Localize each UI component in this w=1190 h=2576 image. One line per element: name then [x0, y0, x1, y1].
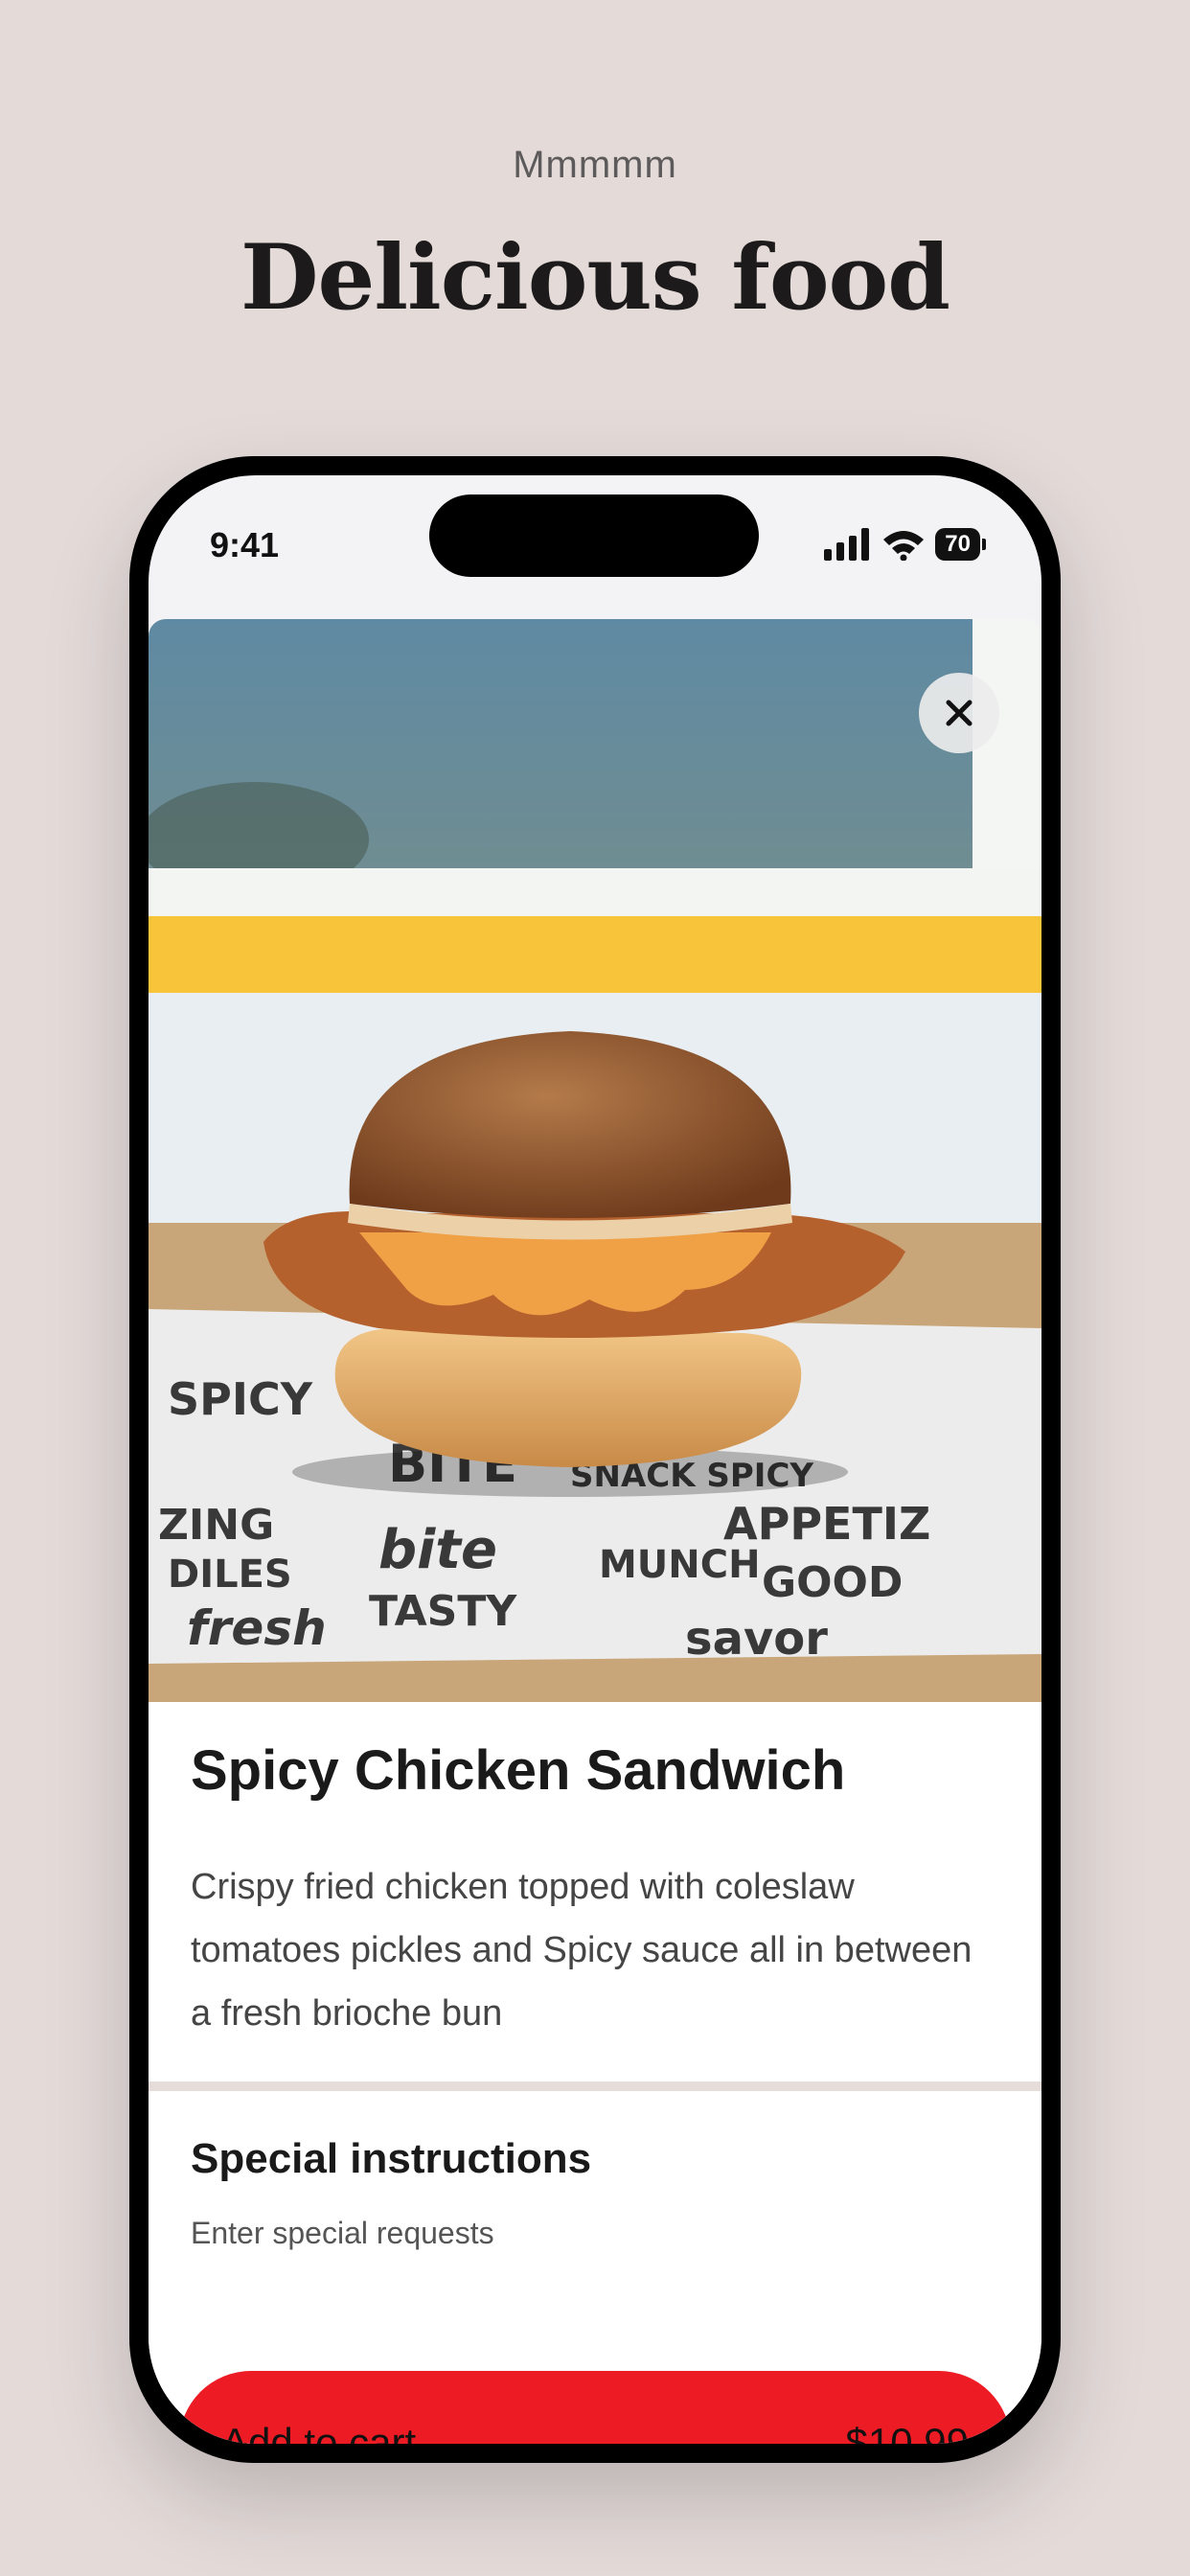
food-photo: SPICY BITE SNACK SPICY APPETIZ ZING bite… — [149, 619, 1041, 1702]
svg-text:savor: savor — [685, 1612, 828, 1666]
svg-text:ZING: ZING — [158, 1501, 274, 1550]
wifi-icon — [883, 531, 925, 561]
svg-text:GOOD: GOOD — [762, 1558, 903, 1607]
svg-text:bite: bite — [378, 1519, 497, 1581]
item-detail-sheet: SPICY BITE SNACK SPICY APPETIZ ZING bite… — [149, 619, 1041, 2444]
add-to-cart-button[interactable]: Add to cart $10.99 — [179, 2371, 1011, 2444]
svg-text:APPETIZ: APPETIZ — [723, 1498, 930, 1550]
status-time: 9:41 — [210, 525, 280, 564]
eyebrow-text: Mmmmm — [513, 144, 677, 186]
phone-screen: 9:41 70 SPICY BITE SNACK SPICY APPETIZ Z… — [149, 475, 1041, 2444]
battery-icon: 70 — [935, 528, 986, 561]
section-divider — [149, 2082, 1041, 2091]
svg-text:TASTY: TASTY — [369, 1587, 517, 1636]
close-button[interactable] — [919, 673, 999, 753]
svg-text:MUNCH: MUNCH — [599, 1543, 761, 1587]
dynamic-island — [429, 494, 759, 577]
special-instructions-input[interactable]: Enter special requests — [191, 2216, 494, 2251]
special-instructions-title: Special instructions — [191, 2135, 592, 2182]
svg-text:DILES: DILES — [168, 1552, 292, 1597]
svg-text:SPICY: SPICY — [168, 1373, 313, 1425]
close-icon — [946, 700, 973, 726]
item-title: Spicy Chicken Sandwich — [191, 1739, 846, 1802]
add-to-cart-label: Add to cart — [221, 2420, 417, 2444]
cellular-signal-icon — [824, 528, 870, 561]
cart-price: $10.99 — [845, 2420, 969, 2444]
phone-frame: 9:41 70 SPICY BITE SNACK SPICY APPETIZ Z… — [129, 456, 1061, 2463]
status-icons: 70 — [824, 525, 986, 564]
svg-text:fresh: fresh — [187, 1600, 327, 1656]
item-description: Crispy fried chicken topped with colesla… — [191, 1867, 973, 2034]
page-headline: Delicious food — [240, 225, 950, 331]
